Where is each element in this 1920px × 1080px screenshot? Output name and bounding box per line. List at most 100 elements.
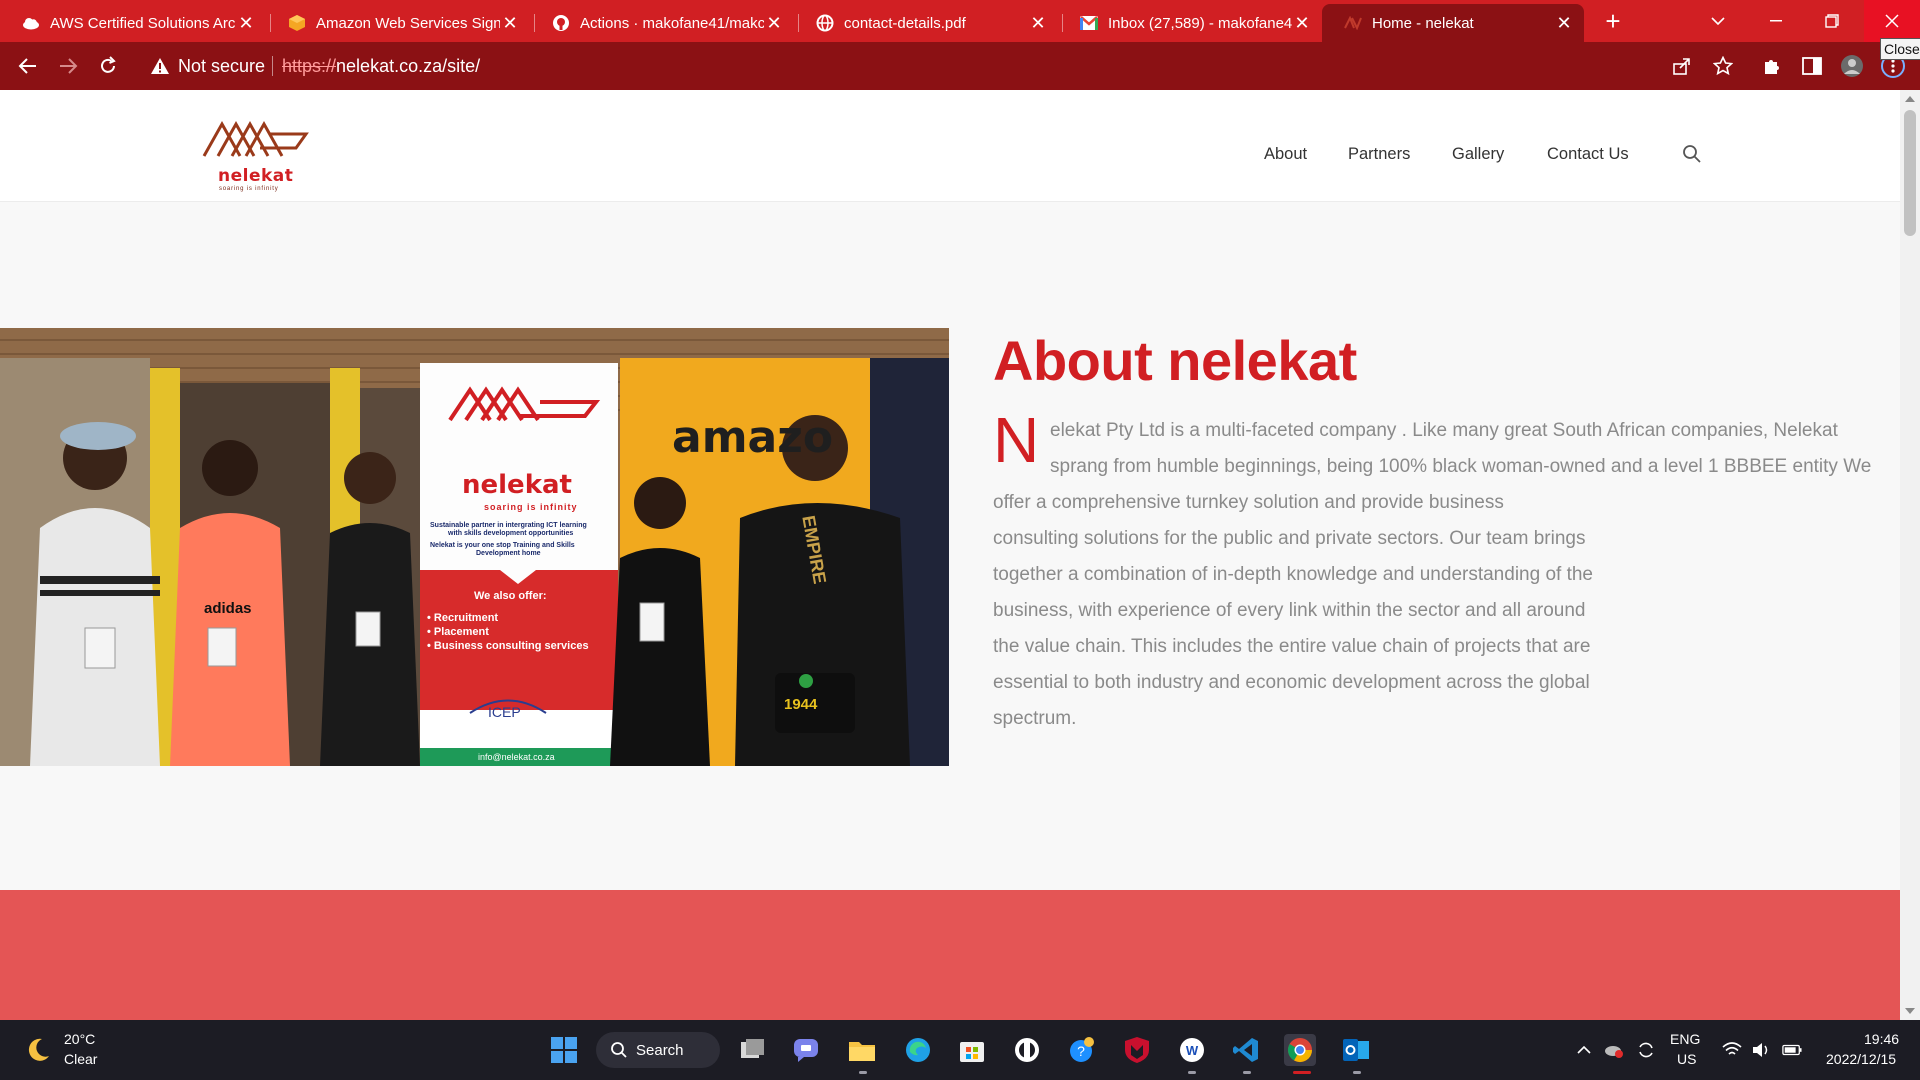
nav-contact-us[interactable]: Contact Us bbox=[1547, 145, 1629, 164]
top-strip bbox=[0, 90, 1900, 110]
scroll-down-arrow-icon[interactable] bbox=[1905, 1008, 1915, 1014]
input-region[interactable]: US bbox=[1677, 1051, 1696, 1067]
svg-text:W: W bbox=[1186, 1043, 1199, 1058]
taskbar-search-label: Search bbox=[636, 1041, 684, 1059]
vscode-icon[interactable] bbox=[1230, 1034, 1262, 1066]
edge-browser-icon[interactable] bbox=[902, 1034, 934, 1066]
tray-overflow-chevron-icon[interactable] bbox=[1574, 1040, 1594, 1060]
reload-button[interactable] bbox=[92, 50, 124, 82]
url-path: nelekat.co.za/site/ bbox=[336, 56, 481, 76]
logo-wordmark: nelekat bbox=[218, 166, 294, 186]
running-indicator bbox=[859, 1071, 867, 1074]
app-dark-circle-icon[interactable] bbox=[1011, 1034, 1043, 1066]
banner-offer-item: • Recruitment bbox=[427, 612, 499, 624]
security-status-label[interactable]: Not secure bbox=[178, 56, 265, 77]
aws-box-icon bbox=[288, 14, 306, 32]
tab-close-icon[interactable]: ✕ bbox=[1292, 13, 1312, 34]
nav-partners[interactable]: Partners bbox=[1348, 145, 1410, 164]
nav-gallery[interactable]: Gallery bbox=[1452, 145, 1504, 164]
profile-avatar[interactable] bbox=[1840, 54, 1864, 78]
chrome-icon[interactable] bbox=[1284, 1034, 1316, 1066]
app-avatar-icon[interactable]: W bbox=[1176, 1034, 1208, 1066]
clock-date[interactable]: 2022/12/15 bbox=[1826, 1051, 1896, 1067]
banner-desc-2: with skills development opportunities bbox=[448, 530, 574, 537]
weather-temperature[interactable]: 20°C bbox=[64, 1031, 95, 1047]
input-language[interactable]: ENG bbox=[1670, 1031, 1700, 1047]
share-icon[interactable] bbox=[1670, 54, 1694, 78]
new-tab-button[interactable]: + bbox=[1598, 6, 1628, 36]
tab-title: Home - nelekat bbox=[1372, 14, 1474, 32]
clock-time[interactable]: 19:46 bbox=[1864, 1031, 1899, 1047]
side-panel-icon[interactable] bbox=[1800, 54, 1824, 78]
running-indicator bbox=[1188, 1071, 1196, 1074]
tab-aws-signin[interactable]: Amazon Web Services Sign ✕ bbox=[266, 4, 530, 42]
red-section-band bbox=[0, 890, 1900, 1020]
about-heading: About nelekat bbox=[993, 329, 1357, 392]
moon-weather-icon[interactable] bbox=[24, 1036, 52, 1064]
forward-button[interactable] bbox=[52, 50, 84, 82]
url-text[interactable]: https://nelekat.co.za/site/ bbox=[282, 56, 480, 77]
sync-icon[interactable] bbox=[1636, 1040, 1656, 1060]
wifi-icon[interactable] bbox=[1722, 1040, 1742, 1060]
nav-about[interactable]: About bbox=[1264, 145, 1307, 164]
scroll-up-arrow-icon[interactable] bbox=[1905, 96, 1915, 102]
browser-toolbar: Not secure https://nelekat.co.za/site/ bbox=[0, 42, 1920, 90]
tab-search-chevron-icon[interactable] bbox=[1690, 0, 1746, 42]
extensions-puzzle-icon[interactable] bbox=[1760, 54, 1784, 78]
teams-chat-icon[interactable] bbox=[790, 1034, 822, 1066]
warning-triangle-icon bbox=[150, 56, 170, 76]
tab-github-actions[interactable]: Actions · makofane41/makc ✕ bbox=[530, 4, 794, 42]
banner-email: info@nelekat.co.za bbox=[478, 752, 555, 762]
backdrop-word: amazo bbox=[672, 412, 834, 463]
browser-tab-strip: AWS Certified Solutions Arc ✕ Amazon Web… bbox=[0, 0, 1920, 42]
address-divider bbox=[272, 56, 273, 76]
about-text-line: offer a comprehensive turnkey solution a… bbox=[993, 492, 1504, 513]
task-view-icon[interactable] bbox=[737, 1034, 769, 1066]
tab-close-icon[interactable]: ✕ bbox=[1554, 13, 1574, 34]
tab-title: Actions · makofane41/makc bbox=[580, 14, 764, 32]
cloud-sync-error-icon[interactable] bbox=[1604, 1040, 1624, 1060]
scroll-thumb[interactable] bbox=[1904, 110, 1916, 236]
banner-offer-item: • Business consulting services bbox=[427, 640, 589, 652]
tab-aws-certified[interactable]: AWS Certified Solutions Arc ✕ bbox=[0, 4, 266, 42]
outlook-icon[interactable] bbox=[1340, 1034, 1372, 1066]
minimize-button[interactable] bbox=[1748, 0, 1804, 42]
cloud-icon bbox=[22, 14, 40, 32]
tab-contact-details-pdf[interactable]: contact-details.pdf ✕ bbox=[794, 4, 1058, 42]
file-explorer-icon[interactable] bbox=[846, 1034, 878, 1066]
microsoft-store-icon[interactable] bbox=[956, 1034, 988, 1066]
tab-gmail-inbox[interactable]: Inbox (27,589) - makofane4 ✕ bbox=[1058, 4, 1322, 42]
battery-icon[interactable] bbox=[1782, 1040, 1802, 1060]
tab-close-icon[interactable]: ✕ bbox=[1028, 13, 1048, 34]
tab-close-icon[interactable]: ✕ bbox=[500, 13, 520, 34]
restore-button[interactable] bbox=[1804, 0, 1860, 42]
taskbar-search[interactable]: Search bbox=[596, 1032, 720, 1068]
help-app-icon[interactable]: ? bbox=[1066, 1034, 1098, 1066]
active-app-indicator bbox=[1293, 1071, 1311, 1074]
tab-title: Inbox (27,589) - makofane4 bbox=[1108, 14, 1292, 32]
bookmark-star-icon[interactable] bbox=[1711, 54, 1735, 78]
address-bar[interactable]: Not secure https://nelekat.co.za/site/ bbox=[136, 47, 1736, 85]
web-page: nelekat soaring is infinity About Partne… bbox=[0, 90, 1900, 1020]
globe-icon bbox=[816, 14, 834, 32]
windows-taskbar: 20°C Clear Search ? W ENG US 19:46 2022/… bbox=[0, 1020, 1920, 1080]
logo-tagline: soaring is infinity bbox=[219, 186, 279, 192]
tab-title: contact-details.pdf bbox=[844, 14, 966, 32]
about-text-line: together a combination of in-depth knowl… bbox=[993, 564, 1593, 585]
tab-close-icon[interactable]: ✕ bbox=[764, 13, 784, 34]
tab-home-nelekat[interactable]: Home - nelekat ✕ bbox=[1322, 4, 1584, 42]
tab-close-icon[interactable]: ✕ bbox=[236, 13, 256, 34]
volume-icon[interactable] bbox=[1752, 1040, 1772, 1060]
close-tooltip: Close bbox=[1880, 38, 1920, 60]
team-photo: nelekat soaring is infinity Sustainable … bbox=[0, 328, 949, 766]
close-window-button[interactable] bbox=[1864, 0, 1920, 42]
weather-condition[interactable]: Clear bbox=[64, 1051, 97, 1067]
back-button[interactable] bbox=[12, 50, 44, 82]
page-scrollbar[interactable] bbox=[1900, 90, 1920, 1020]
banner-desc-1: Sustainable partner in intergrating ICT … bbox=[430, 522, 587, 529]
start-windows-icon[interactable] bbox=[548, 1034, 580, 1066]
svg-text:?: ? bbox=[1077, 1043, 1085, 1059]
banner-desc-4: Development home bbox=[476, 550, 541, 557]
mcafee-shield-icon[interactable] bbox=[1121, 1034, 1153, 1066]
search-icon[interactable] bbox=[1682, 144, 1702, 164]
